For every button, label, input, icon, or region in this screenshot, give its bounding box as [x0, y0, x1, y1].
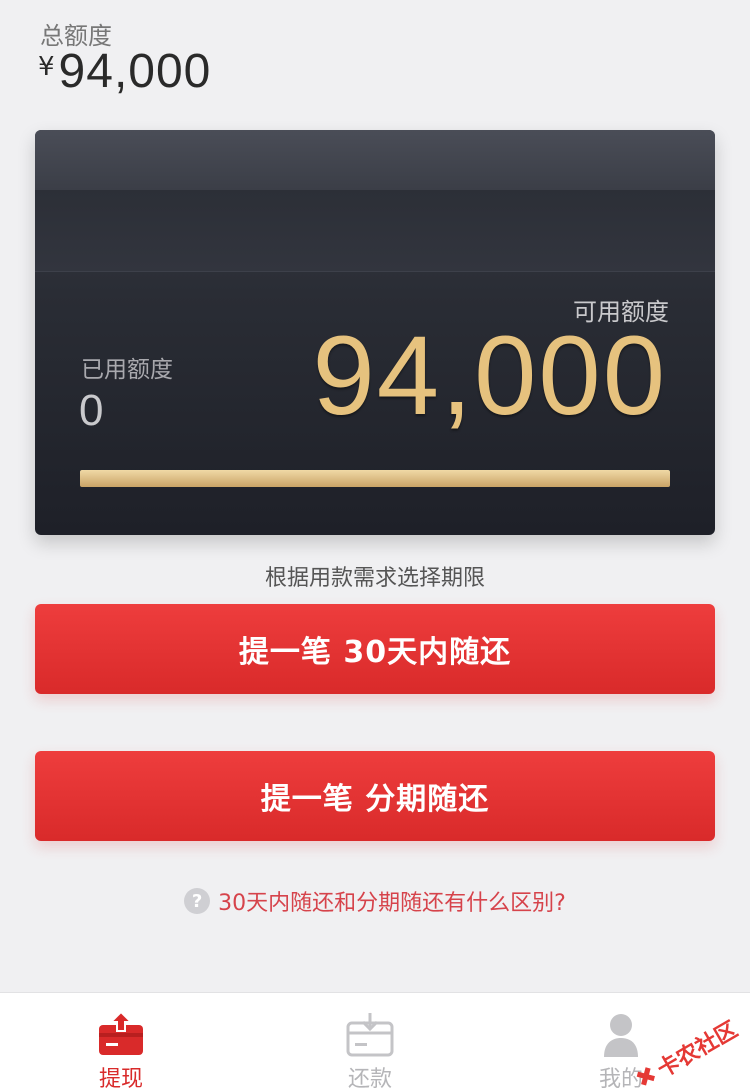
withdraw-installment-button[interactable]: 提一笔 分期随还: [35, 751, 715, 841]
tab-withdraw-label: 提现: [98, 1067, 143, 1092]
profile-icon: [604, 1014, 638, 1057]
total-limit-amount: ¥ 94,000: [38, 44, 211, 99]
term-hint-text: 根据用款需求选择期限: [264, 566, 485, 591]
total-limit-value: 94,000: [58, 45, 212, 98]
available-limit-value: 94,000: [312, 313, 667, 438]
question-icon: ?: [184, 888, 211, 914]
used-limit-label: 已用额度: [81, 357, 173, 383]
withdraw-30-day-button[interactable]: 提一笔 30天内随还: [35, 604, 715, 694]
card-band-stripe: [35, 190, 715, 272]
withdraw-icon: [99, 1010, 143, 1055]
used-limit-value: 0: [79, 386, 104, 435]
card-band-top: [35, 130, 715, 190]
faq-link-text: 30天内随还和分期随还有什么区别?: [218, 891, 566, 916]
currency-symbol: ¥: [38, 52, 55, 82]
faq-link[interactable]: ? 30天内随还和分期随还有什么区别?: [0, 885, 750, 917]
repay-icon: [346, 1013, 394, 1057]
credit-card-panel: 可用额度 94,000 已用额度 0: [35, 130, 715, 535]
tab-repay-label: 还款: [347, 1067, 392, 1092]
tab-repay[interactable]: 还款: [305, 993, 435, 1092]
limit-progress-fill: [80, 470, 670, 487]
app-screen: 总额度 ¥ 94,000 可用额度 94,000 已用额度 0 根据用款需求选择…: [0, 0, 750, 1092]
limit-progress-bar: [80, 470, 670, 487]
tab-withdraw[interactable]: 提现: [56, 993, 186, 1092]
